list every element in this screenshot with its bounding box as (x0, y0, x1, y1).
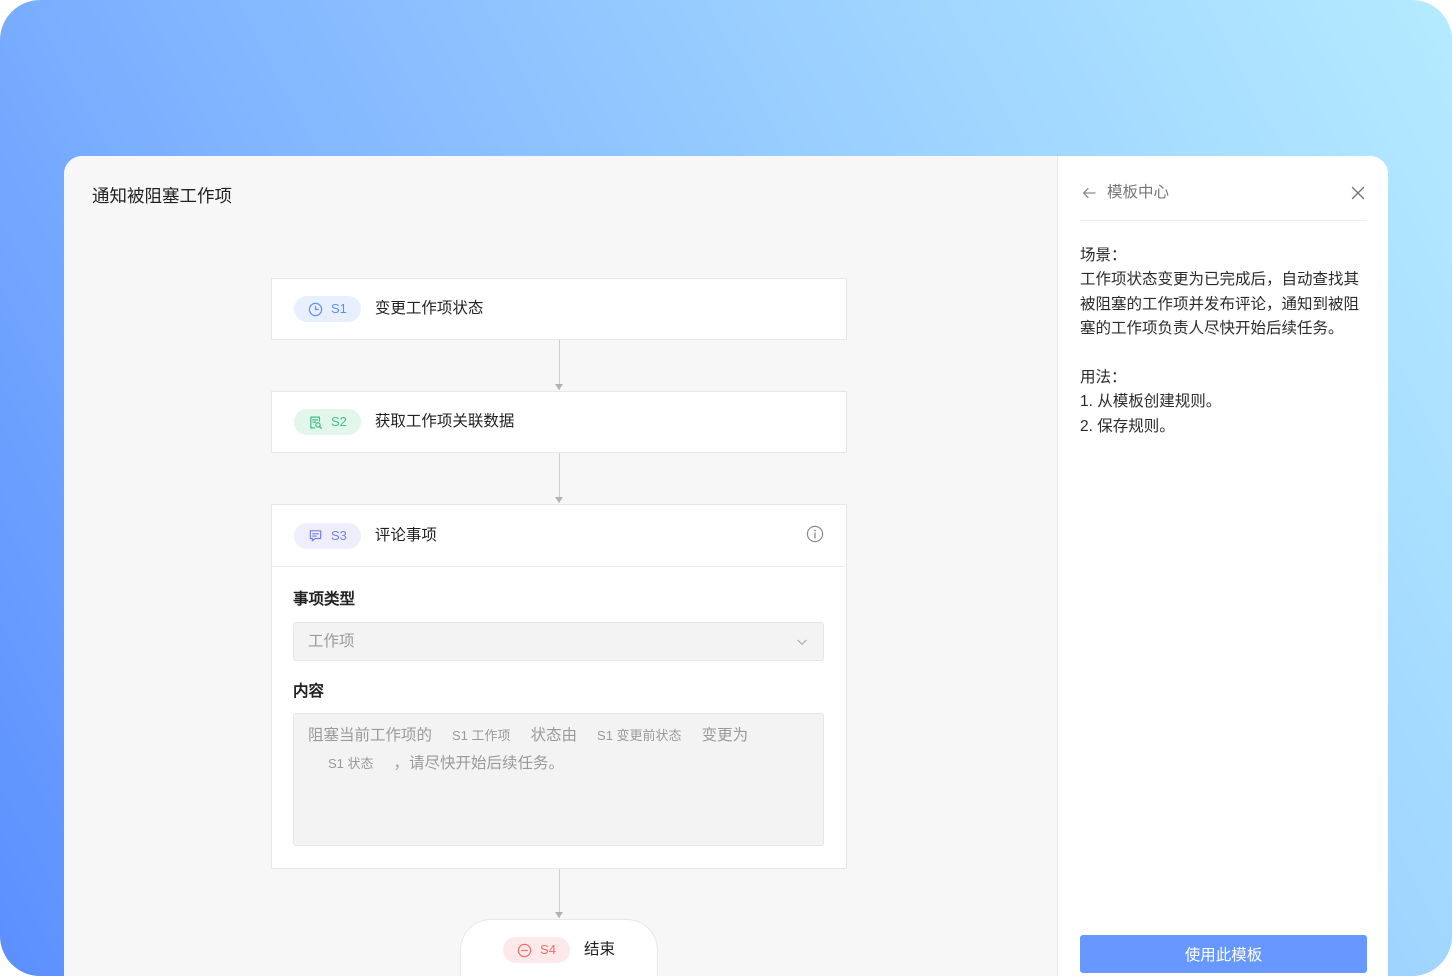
scenario-text: 工作项状态变更为已完成后，自动查找其被阻塞的工作项并发布评论，通知到被阻塞的工作… (1080, 271, 1360, 338)
step-id: S1 (331, 301, 347, 316)
item-type-value: 工作项 (308, 633, 355, 650)
step-badge-s4: S4 (503, 937, 570, 963)
flow-connector (555, 869, 563, 918)
chevron-down-icon (797, 639, 807, 645)
content-label: 内容 (293, 683, 325, 700)
template-description: 场景： 工作项状态变更为已完成后，自动查找其被阻塞的工作项并发布评论，通知到被阻… (1080, 244, 1368, 439)
back-to-template-center-link[interactable]: 模板中心 (1107, 182, 1169, 204)
minus-circle-icon (517, 943, 532, 957)
comment-content-field[interactable]: 阻塞当前工作项的 S1 工作项 状态由 S1 变更前状态 变更为 S1 状态 ，请尽快开始后… (293, 713, 824, 846)
item-type-label: 事项类型 (293, 591, 356, 608)
variable-token: S1 工作项 (452, 728, 511, 743)
close-icon[interactable] (1351, 186, 1365, 200)
step-id: S2 (331, 414, 347, 429)
flow-connector (555, 453, 563, 503)
content-text: 变更为 (701, 727, 749, 744)
step-title: 评论事项 (374, 526, 437, 544)
usage-heading: 用法： (1080, 369, 1127, 387)
connector-arrow (555, 384, 563, 390)
page-title: 通知被阻塞工作项 (92, 186, 232, 206)
step-id: S3 (331, 527, 347, 543)
step-badge-s3: S3 (294, 522, 361, 549)
use-template-button[interactable]: 使用此模板 (1080, 935, 1367, 973)
step-header: S3 评论事项 (272, 505, 846, 567)
step-badge-s2: S2 (294, 409, 361, 435)
content-text: 阻塞当前工作项的 (308, 727, 433, 744)
item-type-select[interactable]: 工作项 (293, 622, 824, 661)
clock-icon (308, 302, 323, 316)
connector-arrow (555, 912, 563, 918)
step-card-s1[interactable]: S1 变更工作项状态 (271, 278, 847, 340)
scenario-heading: 场景： (1080, 247, 1127, 264)
step-title: 获取工作项关联数据 (374, 413, 515, 430)
usage-step: 2. 保存规则。 (1080, 417, 1175, 435)
usage-step: 1. 从模板创建规则。 (1080, 393, 1222, 411)
step-title: 变更工作项状态 (374, 300, 484, 317)
connector-arrow (555, 497, 563, 503)
step-card-s4[interactable]: S4 结束 (460, 919, 658, 976)
comment-icon (309, 530, 322, 542)
step-card-s3[interactable]: S3 评论事项 事项类型 工作项 内容 阻塞当前工作项的 S1 工作项 状态由 S1 … (271, 504, 847, 869)
step-id: S4 (540, 942, 556, 957)
variable-token: S1 变更前状态 (597, 728, 682, 743)
document-search-icon (310, 416, 322, 429)
arrow-left-icon[interactable] (1081, 185, 1097, 201)
automation-template-window: 通知被阻塞工作项 S1 变更工作项状态 S2 获取工作项关联数据 S3 评论事项… (64, 156, 1388, 976)
variable-token: S1 状态 (328, 756, 374, 771)
step-badge-s1: S1 (294, 296, 361, 322)
panel-divider (1080, 220, 1367, 221)
step-header: S2 获取工作项关联数据 (272, 392, 846, 452)
content-text: 状态由 (530, 727, 578, 744)
flow-canvas: 通知被阻塞工作项 S1 变更工作项状态 S2 获取工作项关联数据 S3 评论事项… (64, 156, 1057, 976)
step-header: S1 变更工作项状态 (272, 279, 846, 339)
app-background: 通知被阻塞工作项 S1 变更工作项状态 S2 获取工作项关联数据 S3 评论事项… (0, 0, 1452, 976)
info-icon[interactable] (806, 525, 824, 543)
step-card-s2[interactable]: S2 获取工作项关联数据 (271, 391, 847, 453)
content-text: ，请尽快开始后续任务。 (393, 755, 565, 772)
step-title: 结束 (583, 941, 615, 958)
flow-connector (555, 340, 563, 390)
template-center-panel: 模板中心 场景： 工作项状态变更为已完成后，自动查找其被阻塞的工作项并发布评论，… (1057, 156, 1388, 976)
